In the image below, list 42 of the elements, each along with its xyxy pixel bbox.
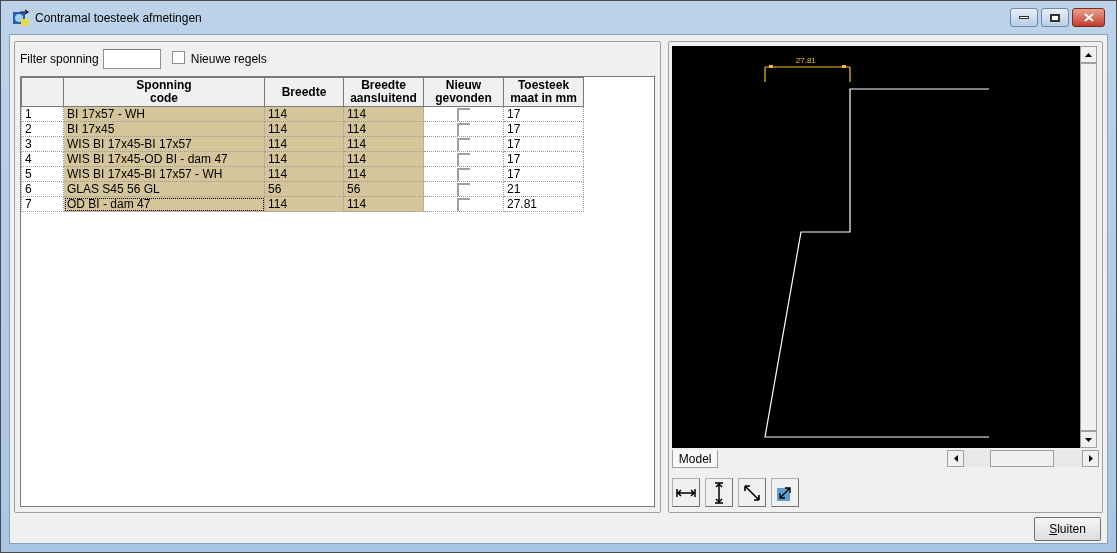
- minimize-icon: [1019, 16, 1029, 19]
- scroll-thumb[interactable]: [990, 450, 1054, 467]
- column-header[interactable]: Breedte aansluitend: [343, 77, 424, 107]
- close-icon: [1083, 13, 1094, 22]
- minimize-button[interactable]: [1010, 8, 1038, 27]
- checkbox[interactable]: [457, 137, 470, 151]
- checkbox-label: Nieuwe regels: [190, 51, 267, 68]
- checkbox[interactable]: [457, 122, 470, 136]
- checkbox[interactable]: [457, 182, 470, 196]
- filter-label: Filter sponning: [20, 51, 99, 68]
- model-tab[interactable]: Model: [671, 450, 719, 468]
- checkbox[interactable]: [457, 197, 470, 211]
- close-dialog-button[interactable]: Sluiten: [1034, 517, 1101, 541]
- checkbox[interactable]: [457, 152, 470, 166]
- horizontal-scrollbar[interactable]: [947, 450, 1099, 467]
- checkbox[interactable]: [171, 51, 185, 64]
- toolbar-button[interactable]: [704, 478, 733, 507]
- vertical-dimension-icon: [713, 481, 724, 504]
- up-arrow-icon: [1084, 52, 1092, 57]
- column-header[interactable]: Sponning code: [63, 77, 265, 107]
- column-header[interactable]: Nieuw gevonden: [423, 77, 504, 107]
- diagonal-dimension-icon: [741, 482, 762, 503]
- column-header[interactable]: Toesteek maat in mm: [503, 77, 584, 107]
- close-button[interactable]: [1072, 8, 1105, 27]
- scroll-right-button[interactable]: [1082, 450, 1099, 467]
- column-header[interactable]: Breedte: [264, 77, 344, 107]
- toolbar-button[interactable]: [737, 478, 766, 507]
- filter-field[interactable]: [102, 49, 161, 69]
- checkbox[interactable]: [457, 107, 470, 121]
- down-arrow-icon: [1084, 437, 1092, 442]
- horizontal-dimension-icon: [675, 487, 696, 498]
- maximize-icon: [1050, 13, 1060, 22]
- app-icon: [12, 8, 30, 27]
- toolbar-button[interactable]: [671, 478, 700, 507]
- right-arrow-icon: [1088, 455, 1093, 462]
- scroll-left-button[interactable]: [947, 450, 964, 467]
- window-title: Contramal toesteek afmetingen: [35, 9, 202, 27]
- checkbox[interactable]: [457, 167, 470, 181]
- left-arrow-icon: [953, 455, 958, 462]
- toolbar-button[interactable]: [770, 478, 799, 507]
- dimension-label: 27.81: [795, 56, 816, 65]
- maximize-button[interactable]: [1041, 8, 1069, 27]
